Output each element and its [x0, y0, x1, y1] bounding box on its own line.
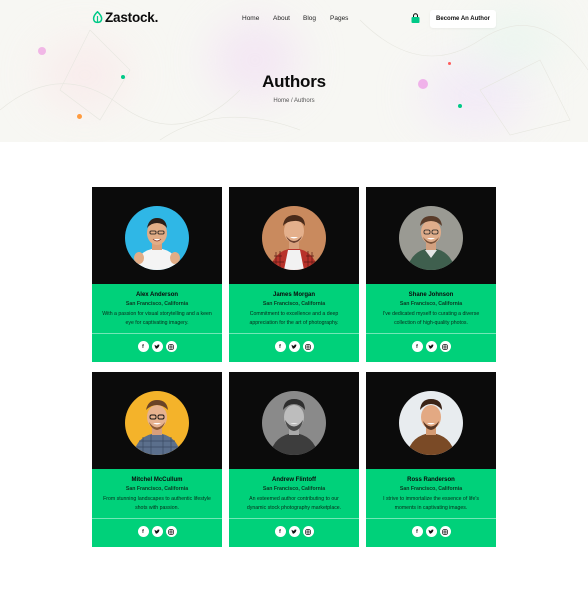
facebook-icon[interactable]: f	[411, 526, 423, 537]
top-navbar: Zastock. Home About Blog Pages Become An…	[0, 0, 588, 38]
author-info: Andrew Flintoff San Francisco, Californi…	[229, 469, 359, 547]
author-info: Shane Johnson San Francisco, California …	[366, 284, 496, 362]
author-bio: With a passion for visual storytelling a…	[102, 311, 212, 326]
facebook-icon[interactable]: f	[137, 526, 149, 537]
author-bio: I strive to immortalize the essence of l…	[383, 496, 479, 511]
divider	[92, 333, 222, 334]
become-author-button[interactable]: Become An Author	[430, 10, 496, 28]
twitter-icon[interactable]	[288, 526, 300, 537]
author-bio: From stunning landscapes to authentic li…	[103, 496, 211, 511]
author-avatar	[399, 206, 463, 270]
author-name[interactable]: Shane Johnson	[366, 292, 496, 298]
author-card[interactable]: James Morgan San Francisco, California C…	[229, 187, 359, 362]
facebook-icon[interactable]: f	[274, 341, 286, 352]
author-avatar	[399, 391, 463, 455]
author-info: Alex Anderson San Francisco, California …	[92, 284, 222, 362]
instagram-icon[interactable]	[302, 526, 314, 537]
brand-logo[interactable]: Zastock.	[92, 10, 158, 25]
author-info: Ross Randerson San Francisco, California…	[366, 469, 496, 547]
author-avatar	[125, 206, 189, 270]
hero-dot	[77, 114, 82, 119]
author-info: James Morgan San Francisco, California C…	[229, 284, 359, 362]
author-location: San Francisco, California	[125, 486, 189, 492]
nav-home[interactable]: Home	[242, 15, 259, 22]
author-avatar	[125, 391, 189, 455]
author-bio: I've dedicated myself to curating a dive…	[382, 311, 480, 326]
facebook-icon[interactable]: f	[137, 341, 149, 352]
divider	[229, 518, 359, 519]
author-location: San Francisco, California	[262, 486, 326, 492]
hero-dot	[458, 104, 462, 108]
nav-pages[interactable]: Pages	[330, 15, 348, 22]
author-location: San Francisco, California	[399, 486, 463, 492]
twitter-icon[interactable]	[288, 341, 300, 352]
author-location: San Francisco, California	[399, 301, 463, 307]
hero-dot	[448, 62, 451, 65]
facebook-icon[interactable]: f	[411, 341, 423, 352]
page-title: Authors	[262, 72, 326, 91]
divider	[92, 518, 222, 519]
divider	[229, 333, 359, 334]
social-links: f	[92, 341, 222, 352]
facebook-icon[interactable]: f	[274, 526, 286, 537]
divider	[366, 333, 496, 334]
instagram-icon[interactable]	[165, 526, 177, 537]
author-info: Mitchel McCullum San Francisco, Californ…	[92, 469, 222, 547]
divider	[366, 518, 496, 519]
logo-leaf-icon	[92, 11, 103, 24]
twitter-icon[interactable]	[425, 341, 437, 352]
author-card[interactable]: Alex Anderson San Francisco, California …	[92, 187, 222, 362]
instagram-icon[interactable]	[439, 341, 451, 352]
author-name[interactable]: Ross Randerson	[366, 477, 496, 483]
social-links: f	[366, 341, 496, 352]
author-location: San Francisco, California	[262, 301, 326, 307]
author-card[interactable]: Ross Randerson San Francisco, California…	[366, 372, 496, 547]
nav-blog[interactable]: Blog	[303, 15, 316, 22]
social-links: f	[229, 526, 359, 537]
author-bio: Commitment to excellence and a deep appr…	[249, 311, 339, 326]
author-name[interactable]: Alex Anderson	[92, 292, 222, 298]
author-name[interactable]: Andrew Flintoff	[229, 477, 359, 483]
author-card[interactable]: Andrew Flintoff San Francisco, Californi…	[229, 372, 359, 547]
brand-name: Zastock.	[105, 10, 159, 25]
hero-dot	[38, 47, 46, 55]
author-avatar	[262, 391, 326, 455]
nav-about[interactable]: About	[273, 15, 290, 22]
author-name[interactable]: Mitchel McCullum	[92, 477, 222, 483]
twitter-icon[interactable]	[151, 526, 163, 537]
twitter-icon[interactable]	[425, 526, 437, 537]
author-card[interactable]: Shane Johnson San Francisco, California …	[366, 187, 496, 362]
cart-icon[interactable]	[410, 13, 421, 24]
author-card[interactable]: Mitchel McCullum San Francisco, Californ…	[92, 372, 222, 547]
social-links: f	[229, 341, 359, 352]
breadcrumb: Home / Authors	[273, 98, 315, 104]
instagram-icon[interactable]	[302, 341, 314, 352]
instagram-icon[interactable]	[165, 341, 177, 352]
social-links: f	[366, 526, 496, 537]
author-name[interactable]: James Morgan	[229, 292, 359, 298]
author-location: San Francisco, California	[125, 301, 189, 307]
social-links: f	[92, 526, 222, 537]
author-avatar	[262, 206, 326, 270]
author-bio: An esteemed author contributing to our d…	[246, 496, 342, 511]
instagram-icon[interactable]	[439, 526, 451, 537]
twitter-icon[interactable]	[151, 341, 163, 352]
